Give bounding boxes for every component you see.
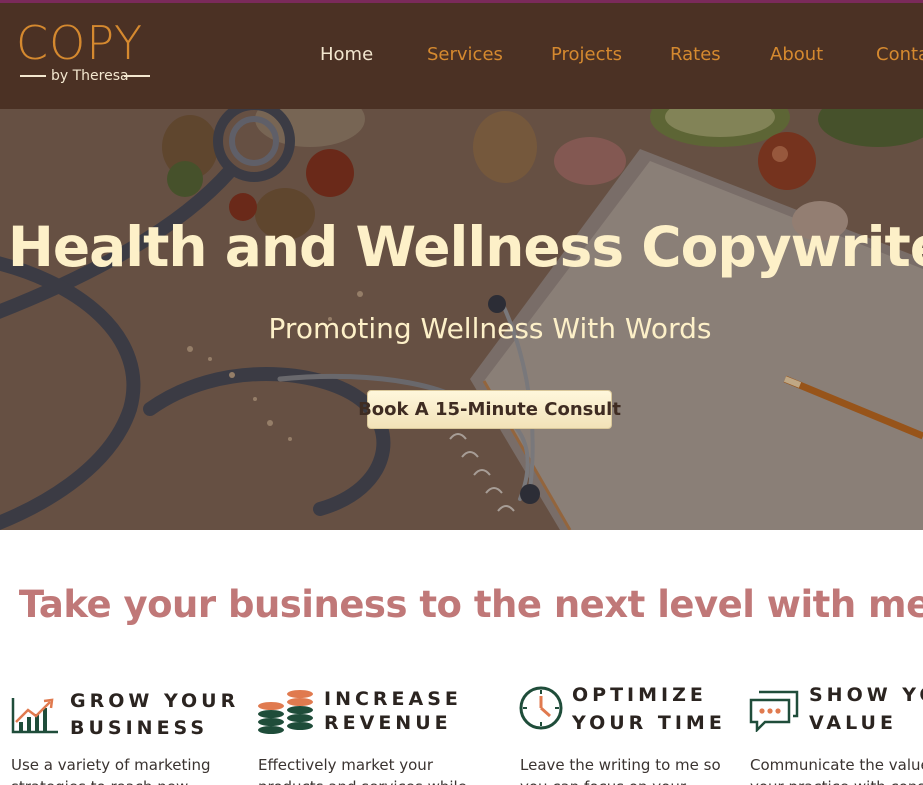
feature-text-line1: Communicate the value — [750, 756, 923, 774]
hero-banner: Health and Wellness Copywriter Promoting… — [0, 109, 923, 530]
hero-subtitle: Promoting Wellness With Words — [268, 312, 712, 345]
feature-title-line1: INCREASE — [324, 688, 462, 710]
site-header: COPY by Theresa Home Services Projects R… — [0, 3, 923, 109]
coin-stacks-icon — [258, 690, 313, 734]
feature-title-line1: GROW YOUR — [70, 690, 240, 712]
feature-title-line2: VALUE — [809, 712, 897, 734]
logo-rule-left — [20, 75, 46, 77]
growth-chart-icon — [11, 698, 58, 734]
nav-home[interactable]: Home — [320, 44, 373, 65]
nav-about[interactable]: About — [770, 44, 823, 65]
nav-contact[interactable]: Conta — [876, 44, 923, 65]
feature-text-line1: Use a variety of marketing — [11, 756, 211, 774]
clock-icon — [519, 686, 563, 730]
nav-rates[interactable]: Rates — [670, 44, 721, 65]
feature-text-line2: you can focus on your — [520, 776, 686, 785]
feature-title-line2: REVENUE — [324, 712, 452, 734]
feature-text-line2: strategies to reach new — [11, 776, 188, 785]
main-nav: Home Services Projects Rates About Conta — [0, 44, 923, 68]
feature-title-line1: OPTIMIZE — [572, 684, 707, 706]
logo-byline: by Theresa — [51, 68, 129, 84]
feature-text-line1: Effectively market your — [258, 756, 433, 774]
feature-grow-business: GROW YOUR BUSINESS Use a variety of mark… — [10, 684, 250, 785]
feature-text-line2: products and services while — [258, 776, 467, 785]
feature-show-value: SHOW YO VALUE Communicate the value your… — [749, 684, 923, 785]
nav-projects[interactable]: Projects — [551, 44, 622, 65]
feature-optimize-time: OPTIMIZE YOUR TIME Leave the writing to … — [518, 684, 743, 785]
feature-title-line2: BUSINESS — [70, 717, 209, 739]
hero-title: Health and Wellness Copywriter — [7, 215, 923, 279]
feature-text-line1: Leave the writing to me so — [520, 756, 721, 774]
chat-bubbles-icon — [749, 690, 799, 732]
feature-text-line2: your practice with consi — [750, 776, 923, 785]
book-consult-button[interactable]: Book A 15-Minute Consult — [358, 390, 621, 429]
feature-title-line1: SHOW YO — [809, 684, 923, 706]
feature-title-line2: YOUR TIME — [572, 712, 726, 734]
section-tagline: Take your business to the next level wit… — [18, 583, 923, 626]
logo-rule-right — [124, 75, 150, 77]
nav-services[interactable]: Services — [427, 44, 503, 65]
feature-increase-revenue: INCREASE REVENUE Effectively market your… — [256, 684, 496, 785]
